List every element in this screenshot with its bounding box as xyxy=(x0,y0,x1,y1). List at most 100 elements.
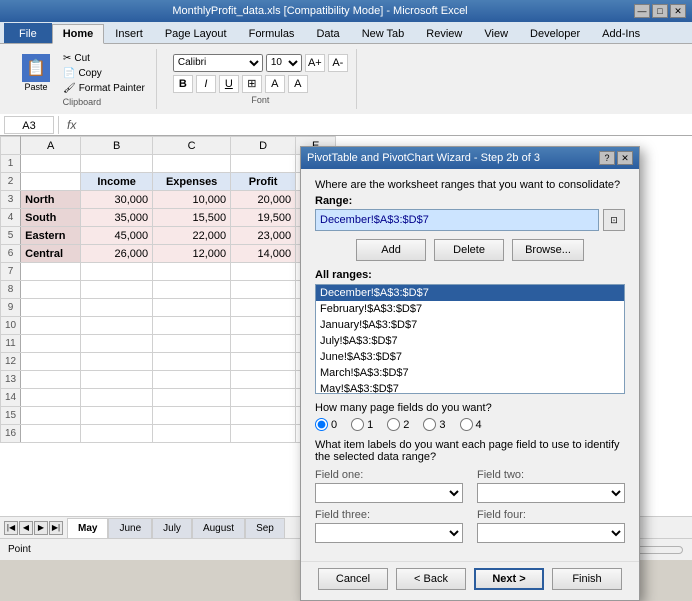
col-header-b[interactable]: B xyxy=(81,137,153,155)
sheet-tab-june[interactable]: June xyxy=(108,518,152,538)
cell-b1[interactable] xyxy=(81,155,153,173)
cell-a3[interactable]: North xyxy=(21,191,81,209)
tab-formulas[interactable]: Formulas xyxy=(238,23,306,43)
col-header-d[interactable]: D xyxy=(231,137,296,155)
range-list-item[interactable]: June!$A$3:$D$7 xyxy=(316,349,624,365)
cell-d4[interactable]: 19,500 xyxy=(231,209,296,227)
radio-0[interactable]: 0 xyxy=(315,418,337,431)
radio-2[interactable]: 2 xyxy=(387,418,409,431)
cell-d3[interactable]: 20,000 xyxy=(231,191,296,209)
tab-insert[interactable]: Insert xyxy=(104,23,154,43)
cell-c1[interactable] xyxy=(153,155,231,173)
next-button[interactable]: Next > xyxy=(474,568,544,590)
italic-btn[interactable]: I xyxy=(196,75,216,93)
finish-button[interactable]: Finish xyxy=(552,568,622,590)
minimize-btn[interactable]: — xyxy=(634,4,650,18)
cell-c5[interactable]: 22,000 xyxy=(153,227,231,245)
range-list-item[interactable]: December!$A$3:$D$7 xyxy=(316,285,624,301)
cell-b5[interactable]: 45,000 xyxy=(81,227,153,245)
field-two-select[interactable] xyxy=(477,483,625,503)
cell-d2[interactable]: Profit xyxy=(231,173,296,191)
row-num: 9 xyxy=(1,299,21,317)
cut-button[interactable]: ✂ Cut xyxy=(60,52,148,65)
back-button[interactable]: < Back xyxy=(396,568,466,590)
clipboard-group: 📋 Paste ✂ Cut 📄 Copy 🖌 Format Painter Cl… xyxy=(8,49,157,109)
format-painter-button[interactable]: 🖌 Format Painter xyxy=(60,82,148,95)
cell-b3[interactable]: 30,000 xyxy=(81,191,153,209)
dialog-help-btn[interactable]: ? xyxy=(599,151,615,165)
tab-add-ins[interactable]: Add-Ins xyxy=(591,23,651,43)
field-one-select[interactable] xyxy=(315,483,463,503)
font-family-select[interactable]: Calibri xyxy=(173,54,263,72)
cell-a1[interactable] xyxy=(21,155,81,173)
formula-bar: A3 fx xyxy=(0,114,692,136)
range-list-item[interactable]: May!$A$3:$D$7 xyxy=(316,381,624,394)
cell-d5[interactable]: 23,000 xyxy=(231,227,296,245)
dialog-close-icon[interactable]: ✕ xyxy=(617,151,633,165)
fill-color-btn[interactable]: A xyxy=(265,75,285,93)
delete-button[interactable]: Delete xyxy=(434,239,504,261)
cell-b6[interactable]: 26,000 xyxy=(81,245,153,263)
cancel-button[interactable]: Cancel xyxy=(318,568,388,590)
col-header-c[interactable]: C xyxy=(153,137,231,155)
copy-button[interactable]: 📄 Copy xyxy=(60,67,148,80)
formula-input[interactable] xyxy=(84,116,688,134)
cell-b4[interactable]: 35,000 xyxy=(81,209,153,227)
tab-developer[interactable]: Developer xyxy=(519,23,591,43)
cell-a6[interactable]: Central xyxy=(21,245,81,263)
cell-d1[interactable] xyxy=(231,155,296,173)
bold-btn[interactable]: B xyxy=(173,75,193,93)
sheet-next-arrow[interactable]: ▶ xyxy=(34,521,48,535)
cell-c3[interactable]: 10,000 xyxy=(153,191,231,209)
range-list-item[interactable]: March!$A$3:$D$7 xyxy=(316,365,624,381)
range-list-item[interactable]: February!$A$3:$D$7 xyxy=(316,301,624,317)
tab-home[interactable]: Home xyxy=(52,24,105,44)
range-input[interactable] xyxy=(315,209,599,231)
range-picker-btn[interactable]: ⊡ xyxy=(603,209,625,231)
cell-a5[interactable]: Eastern xyxy=(21,227,81,245)
sheet-last-arrow[interactable]: ▶| xyxy=(49,521,63,535)
cell-reference[interactable]: A3 xyxy=(4,116,54,134)
sheet-first-arrow[interactable]: |◀ xyxy=(4,521,18,535)
sheet-prev-arrow[interactable]: ◀ xyxy=(19,521,33,535)
tab-file[interactable]: File xyxy=(4,23,52,43)
radio-3[interactable]: 3 xyxy=(423,418,445,431)
cell-d6[interactable]: 14,000 xyxy=(231,245,296,263)
cell-c6[interactable]: 12,000 xyxy=(153,245,231,263)
close-btn[interactable]: ✕ xyxy=(670,4,686,18)
increase-font-btn[interactable]: A+ xyxy=(305,54,325,72)
maximize-btn[interactable]: □ xyxy=(652,4,668,18)
ranges-list[interactable]: December!$A$3:$D$7 February!$A$3:$D$7 Ja… xyxy=(315,284,625,394)
underline-btn[interactable]: U xyxy=(219,75,239,93)
browse-button[interactable]: Browse... xyxy=(512,239,584,261)
table-row: 16 xyxy=(1,425,336,443)
cell-c2[interactable]: Expenses xyxy=(153,173,231,191)
font-color-btn[interactable]: A xyxy=(288,75,308,93)
range-list-item[interactable]: July!$A$3:$D$7 xyxy=(316,333,624,349)
radio-4[interactable]: 4 xyxy=(460,418,482,431)
sheet-tab-sep[interactable]: Sep xyxy=(245,518,285,538)
tab-review[interactable]: Review xyxy=(415,23,473,43)
add-button[interactable]: Add xyxy=(356,239,426,261)
tab-view[interactable]: View xyxy=(473,23,519,43)
range-list-item[interactable]: January!$A$3:$D$7 xyxy=(316,317,624,333)
field-three-select[interactable] xyxy=(315,523,463,543)
cell-a2[interactable] xyxy=(21,173,81,191)
cell-a4[interactable]: South xyxy=(21,209,81,227)
tab-data[interactable]: Data xyxy=(305,23,350,43)
border-btn[interactable]: ⊞ xyxy=(242,75,262,93)
tab-new-tab[interactable]: New Tab xyxy=(351,23,416,43)
sheet-tab-august[interactable]: August xyxy=(192,518,245,538)
radio-1[interactable]: 1 xyxy=(351,418,373,431)
col-header-a[interactable]: A xyxy=(21,137,81,155)
sheet-tab-july[interactable]: July xyxy=(152,518,192,538)
decrease-font-btn[interactable]: A- xyxy=(328,54,348,72)
tab-page-layout[interactable]: Page Layout xyxy=(154,23,238,43)
font-size-select[interactable]: 10 xyxy=(266,54,302,72)
cell-b2[interactable]: Income xyxy=(81,173,153,191)
sheet-tab-may[interactable]: May xyxy=(67,518,108,538)
field-four-select[interactable] xyxy=(477,523,625,543)
cell-c4[interactable]: 15,500 xyxy=(153,209,231,227)
table-row: 3 North 30,000 10,000 20,000 xyxy=(1,191,336,209)
paste-button[interactable]: 📋 Paste xyxy=(16,53,56,93)
